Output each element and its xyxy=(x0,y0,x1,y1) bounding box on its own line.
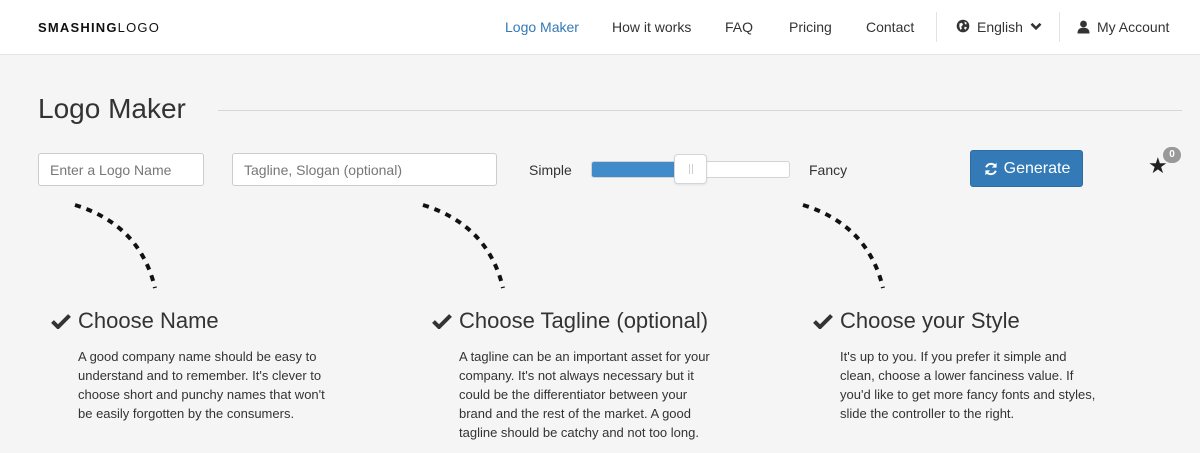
globe-icon xyxy=(956,19,970,33)
language-label: English xyxy=(977,19,1023,35)
generate-button[interactable]: Generate xyxy=(970,150,1083,187)
nav-faq[interactable]: FAQ xyxy=(725,19,753,35)
dotted-curve-decoration xyxy=(802,203,885,289)
brand-logo[interactable]: SMASHINGLOGO xyxy=(38,20,160,35)
feature-description: It's up to you. If you prefer it simple … xyxy=(840,349,1096,421)
nav-contact[interactable]: Contact xyxy=(866,19,914,35)
check-icon xyxy=(51,314,71,329)
nav-divider xyxy=(1059,12,1060,42)
title-divider xyxy=(218,110,1182,111)
logo-name-input[interactable] xyxy=(38,153,204,186)
feature-title: Choose Tagline (optional) xyxy=(459,308,709,333)
feature-title: Choose your Style xyxy=(840,308,1020,333)
dotted-curve-decoration xyxy=(74,203,157,289)
check-icon xyxy=(813,314,833,329)
check-icon xyxy=(432,314,452,329)
account-label: My Account xyxy=(1097,19,1170,35)
slider-min-label: Simple xyxy=(529,162,572,178)
feature-description: A good company name should be easy to un… xyxy=(78,349,325,421)
dotted-curve-decoration xyxy=(422,203,505,289)
chevron-down-icon xyxy=(1030,22,1042,31)
generate-label: Generate xyxy=(1003,159,1071,177)
favorites-count-badge: 0 xyxy=(1163,147,1181,163)
slider-max-label: Fancy xyxy=(809,162,848,178)
nav-how-it-works[interactable]: How it works xyxy=(612,19,691,35)
feature-title: Choose Name xyxy=(78,308,219,333)
user-icon xyxy=(1077,20,1090,34)
top-navbar: SMASHINGLOGO Logo Maker How it works FAQ… xyxy=(0,0,1200,55)
nav-pricing[interactable]: Pricing xyxy=(789,19,832,35)
tagline-input[interactable] xyxy=(232,153,497,186)
feature-description: A tagline can be an important asset for … xyxy=(459,349,710,440)
nav-logo-maker[interactable]: Logo Maker xyxy=(505,19,579,35)
refresh-icon xyxy=(984,162,997,175)
nav-divider xyxy=(936,12,937,42)
slider-handle[interactable] xyxy=(674,154,707,184)
feature-choose-style: Choose your Style It's up to you. If you… xyxy=(813,308,1095,423)
feature-choose-tagline: Choose Tagline (optional) A tagline can … xyxy=(432,308,710,442)
page-title: Logo Maker xyxy=(38,93,186,124)
feature-choose-name: Choose Name A good company name should b… xyxy=(51,308,325,423)
